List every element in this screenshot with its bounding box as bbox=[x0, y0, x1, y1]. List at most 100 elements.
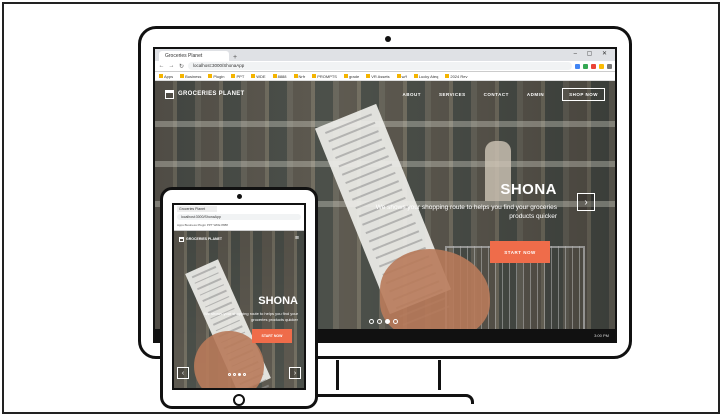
bookmarks-bar: Apps Business Plugin PPT WDE 8888 Nrfr PROMPTS g… bbox=[155, 72, 615, 81]
stand-leg bbox=[336, 360, 339, 390]
monitor-camera bbox=[385, 36, 391, 42]
bookmark-item[interactable]: PROMPTS bbox=[312, 74, 337, 79]
bookmark-item[interactable]: PPT bbox=[231, 74, 244, 79]
new-tab-button[interactable]: + bbox=[233, 54, 237, 61]
bookmark-folder-icon bbox=[208, 74, 213, 79]
nav-about[interactable]: ABOUT bbox=[402, 92, 421, 97]
nav-admin[interactable]: ADMIN bbox=[527, 92, 544, 97]
tablet-home-button[interactable] bbox=[233, 394, 245, 406]
bookmark-label: grade bbox=[348, 73, 360, 79]
tablet-hero-subtitle: We shows your shopping route to helps yo… bbox=[204, 311, 298, 322]
carousel-dot[interactable] bbox=[228, 373, 231, 376]
tablet-browser-tab[interactable]: Groceries Planet bbox=[177, 206, 217, 212]
bookmark-folder-icon bbox=[413, 74, 418, 79]
bookmark-item[interactable]: Business bbox=[180, 74, 201, 79]
bookmark-folder-icon bbox=[159, 74, 163, 79]
nav-contact[interactable]: CONTACT bbox=[484, 92, 509, 97]
tablet-hero-title: SHONA bbox=[258, 295, 298, 307]
carousel-indicators bbox=[369, 319, 398, 324]
carousel-dot-active[interactable] bbox=[385, 319, 390, 324]
bookmark-label: VR Assets bbox=[371, 73, 390, 79]
bookmark-label: Plugin bbox=[213, 73, 225, 79]
reload-icon[interactable]: ↻ bbox=[178, 63, 185, 70]
hamburger-menu-icon[interactable]: ≡ bbox=[295, 235, 299, 242]
bookmark-item[interactable]: Apps bbox=[159, 74, 173, 79]
bookmark-label: Apps bbox=[164, 73, 174, 79]
bookmark-item[interactable]: 2024 Rev bbox=[445, 74, 467, 79]
store-icon bbox=[165, 89, 174, 99]
bookmark-folder-icon bbox=[445, 74, 450, 79]
bookmark-label: Nrfr bbox=[298, 73, 306, 79]
illustration-frame: Groceries Planet + – ▢ ✕ ← → ↻ localhost… bbox=[2, 2, 720, 414]
bookmark-label: WDE bbox=[256, 73, 266, 79]
carousel-dot[interactable] bbox=[393, 319, 398, 324]
tablet-site-navbar: GROCERIES PLANET ≡ bbox=[174, 231, 304, 247]
tablet-device: Groceries Planet localhost:3000/ShonaApp… bbox=[160, 187, 318, 409]
carousel-next-icon[interactable]: › bbox=[577, 193, 595, 211]
extension-icon[interactable] bbox=[591, 63, 596, 69]
logo-text: GROCERIES PLANET bbox=[186, 237, 222, 241]
bookmark-folder-icon bbox=[180, 74, 185, 79]
tablet-address-bar[interactable]: localhost:3000/ShonaApp bbox=[177, 214, 301, 220]
bookmark-label: Business bbox=[185, 73, 202, 79]
browser-tab[interactable]: Groceries Planet bbox=[159, 51, 229, 61]
tablet-site-logo[interactable]: GROCERIES PLANET bbox=[179, 236, 222, 242]
bookmark-item[interactable]: 8888 bbox=[272, 74, 287, 79]
monitor-base bbox=[304, 394, 474, 404]
bookmark-folder-icon bbox=[272, 74, 277, 79]
carousel-indicators bbox=[228, 373, 246, 376]
taskbar-clock: 3:00 PM bbox=[594, 332, 609, 338]
hero-title: SHONA bbox=[500, 181, 557, 198]
bookmark-item[interactable]: Lucky Ateq bbox=[413, 73, 439, 79]
forward-icon[interactable]: → bbox=[168, 63, 175, 69]
browser-tab-strip: Groceries Planet + – ▢ ✕ bbox=[155, 49, 615, 61]
carousel-dot[interactable] bbox=[377, 319, 382, 324]
extension-icon[interactable] bbox=[583, 63, 588, 69]
nav-services[interactable]: SERVICES bbox=[439, 92, 466, 97]
logo-text: GROCERIES PLANET bbox=[178, 91, 245, 97]
menu-icon[interactable] bbox=[607, 63, 612, 69]
window-controls[interactable]: – ▢ ✕ bbox=[574, 50, 611, 57]
carousel-prev-icon[interactable]: ‹ bbox=[177, 367, 189, 379]
bookmark-item[interactable]: w/f bbox=[396, 73, 407, 79]
nav-links: ABOUT SERVICES CONTACT ADMIN SHOP NOW bbox=[402, 87, 605, 101]
site-logo[interactable]: GROCERIES PLANET bbox=[165, 89, 245, 99]
bookmark-item[interactable]: Plugin bbox=[208, 74, 224, 79]
bookmark-label: PPT bbox=[236, 73, 245, 79]
tablet-camera bbox=[237, 194, 242, 199]
shop-now-button[interactable]: SHOP NOW bbox=[562, 87, 605, 101]
tablet-bookmarks-bar: Apps Business Plugin PPT WDE 8888 bbox=[177, 223, 228, 227]
bookmark-item[interactable]: VR Assets bbox=[366, 73, 390, 79]
bookmark-folder-icon bbox=[312, 74, 317, 79]
bookmark-item[interactable]: WDE bbox=[251, 73, 266, 79]
bookmark-folder-icon bbox=[231, 74, 236, 79]
tablet-screen: Groceries Planet localhost:3000/ShonaApp… bbox=[172, 203, 306, 390]
carousel-dot[interactable] bbox=[369, 319, 374, 324]
back-icon[interactable]: ← bbox=[158, 63, 165, 69]
bookmark-label: PROMPTS bbox=[317, 73, 337, 79]
bookmark-item[interactable]: Nrfr bbox=[293, 73, 306, 79]
bookmark-item[interactable]: grade bbox=[343, 73, 360, 79]
browser-toolbar: ← → ↻ localhost:3000/ShonaApp bbox=[155, 61, 615, 72]
bookmark-label: w/f bbox=[401, 73, 407, 79]
carousel-dot[interactable] bbox=[233, 373, 236, 376]
stand-leg bbox=[438, 360, 441, 390]
extension-icons bbox=[575, 63, 612, 69]
monitor-stand bbox=[326, 360, 446, 398]
bookmark-label: Lucky Ateq bbox=[418, 73, 439, 79]
bookmark-folder-icon bbox=[343, 74, 348, 79]
carousel-next-icon[interactable]: › bbox=[289, 367, 301, 379]
carousel-dot-active[interactable] bbox=[238, 373, 241, 376]
tablet-hero-section: GROCERIES PLANET ≡ SHONA We shows your s… bbox=[174, 231, 304, 388]
hero-subtitle: We shows your shopping route to helps yo… bbox=[375, 204, 557, 220]
tablet-browser-chrome: Groceries Planet localhost:3000/ShonaApp… bbox=[174, 205, 304, 231]
carousel-dot[interactable] bbox=[243, 373, 246, 376]
site-navbar: GROCERIES PLANET ABOUT SERVICES CONTACT … bbox=[155, 81, 615, 107]
bookmark-folder-icon bbox=[251, 74, 256, 79]
start-now-button[interactable]: START NOW bbox=[490, 241, 550, 263]
extension-icon[interactable] bbox=[599, 63, 604, 69]
bookmark-folder-icon bbox=[366, 74, 371, 79]
address-bar[interactable]: localhost:3000/ShonaApp bbox=[188, 62, 572, 70]
extension-icon[interactable] bbox=[575, 63, 580, 69]
tablet-start-now-button[interactable]: START NOW bbox=[252, 329, 292, 343]
